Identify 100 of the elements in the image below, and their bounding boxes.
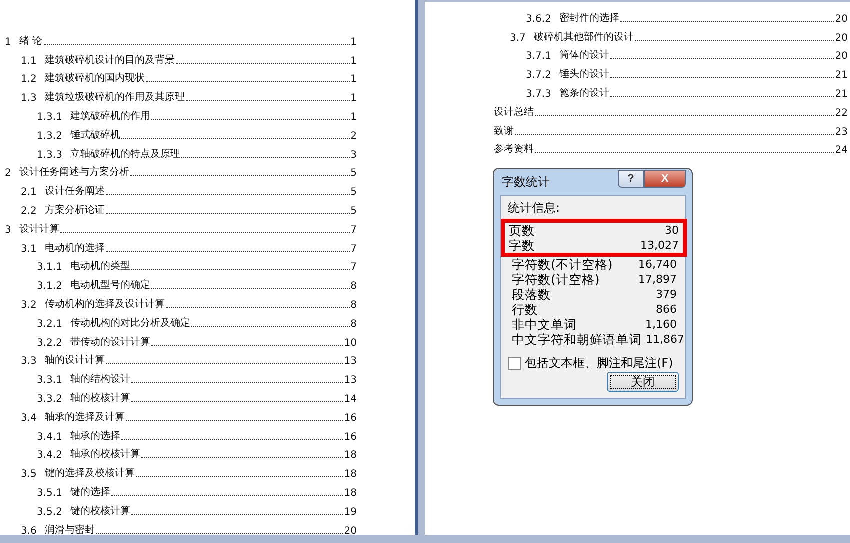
help-button[interactable]: ? <box>618 170 644 188</box>
toc-entry-title: 致谢 <box>494 124 514 138</box>
toc-entry-title: 设计计算 <box>19 222 60 236</box>
section-number: 3.3 <box>21 356 37 368</box>
close-dialog-button[interactable]: 关闭 <box>607 372 679 392</box>
page-number: 5 <box>350 187 357 198</box>
checkbox-label[interactable]: 包括文本框、脚注和尾注(F) <box>525 355 674 372</box>
stat-value: 13,027 <box>640 238 679 253</box>
page-number: 20 <box>344 526 357 537</box>
toc-entry-title: 电动机的类型 <box>70 260 130 274</box>
page-number: 21 <box>835 88 848 100</box>
section-number: 2.1 <box>21 187 37 198</box>
page-number: 1 <box>350 93 357 104</box>
section-number: 3.5.1 <box>37 488 62 499</box>
toc-entry-title: 锤式破碎机 <box>70 128 120 142</box>
page-number: 8 <box>350 318 357 330</box>
toc-entry-title: 电动机的选择 <box>44 242 105 255</box>
stat-label: 段落数 <box>512 287 551 302</box>
section-number: 1.3.3 <box>37 150 62 161</box>
page-number: 7 <box>350 224 357 236</box>
page-number: 13 <box>344 356 357 368</box>
page-number: 1 <box>350 112 357 123</box>
toc-entry-title: 绪 论 <box>19 34 43 48</box>
section-number: 3.7.1 <box>526 51 552 62</box>
page-number: 16 <box>344 412 357 424</box>
section-number: 3.4.1 <box>37 432 62 443</box>
page-number: 8 <box>350 300 357 311</box>
toc-entry-title: 锤头的设计 <box>559 68 610 82</box>
toc-entry-title: 轴承的校核计算 <box>70 448 140 462</box>
page-number: 5 <box>350 168 357 180</box>
section-number: 3.2.1 <box>37 318 62 330</box>
toc-entry-title: 建筑破碎机的国内现状 <box>44 72 145 86</box>
stat-label: 中文字符和朝鲜语单词 <box>512 332 642 347</box>
section-number: 3 <box>5 224 12 236</box>
page-number: 13 <box>344 375 357 386</box>
page-number: 2 <box>350 130 357 142</box>
page-number: 1 <box>350 36 357 48</box>
page-number: 21 <box>835 70 848 82</box>
toc-entry-title: 方案分析论证 <box>44 204 105 217</box>
toc-entry-title: 参考资料 <box>494 142 534 156</box>
toc-entry-title: 键的校核计算 <box>70 504 130 518</box>
toc-entry-title: 建筑破碎机设计的目的及背景 <box>44 54 175 67</box>
page-number: 20 <box>835 14 848 25</box>
page-number: 20 <box>835 51 848 62</box>
toc-entry-title: 轴的结构设计 <box>70 372 130 386</box>
toc-entry-title: 筒体的设计 <box>559 48 610 62</box>
section-number: 3.3.1 <box>37 375 62 386</box>
toc-entry-title: 润滑与密封 <box>44 524 95 537</box>
toc-entry-title: 带传动的设计计算 <box>70 336 150 349</box>
page-number: 1 <box>350 56 357 67</box>
toc-entry-title: 密封件的选择 <box>559 12 620 25</box>
toc-entry-title: 轴的校核计算 <box>70 392 130 405</box>
stat-value: 17,897 <box>638 272 677 287</box>
stat-value: 30 <box>665 223 679 238</box>
section-number: 3.1.2 <box>37 281 62 292</box>
page-number: 14 <box>344 394 357 405</box>
section-number: 3.7.2 <box>526 70 552 82</box>
toc-entry-title: 设计任务阐述与方案分析 <box>19 166 130 180</box>
checkbox[interactable] <box>508 357 521 370</box>
page-number: 18 <box>344 488 357 499</box>
section-number: 1.3.1 <box>37 112 62 123</box>
page-number: 3 <box>350 150 357 161</box>
stat-value: 866 <box>656 302 677 317</box>
dialog-title: 字数统计 <box>501 174 551 190</box>
stat-label: 行数 <box>512 302 538 317</box>
section-number: 3.2 <box>21 300 37 311</box>
section-number: 3.6.2 <box>526 14 552 25</box>
page-number: 7 <box>350 262 357 274</box>
stat-label: 页数 <box>509 223 535 238</box>
page-number: 16 <box>344 432 357 443</box>
section-number: 3.4.2 <box>37 450 62 462</box>
section-number: 3.7.3 <box>526 88 552 100</box>
page-number: 24 <box>835 145 848 156</box>
page-number: 20 <box>835 32 848 44</box>
section-number: 1.3 <box>21 93 37 104</box>
stat-value: 379 <box>656 287 677 302</box>
page-number: 10 <box>344 338 357 349</box>
section-number: 3.6 <box>21 526 37 537</box>
stat-value: 1,160 <box>646 317 677 332</box>
toc-entry-title: 键的选择及校核计算 <box>44 466 135 480</box>
section-number: 3.7 <box>510 32 526 44</box>
page-number: 1 <box>350 74 357 86</box>
section-number: 3.5.2 <box>37 506 62 518</box>
section-number: 2.2 <box>21 206 37 217</box>
group-label: 统计信息: <box>508 200 562 217</box>
toc-entry-title: 设计任务阐述 <box>44 184 105 198</box>
stat-label: 字符数(计空格) <box>512 272 600 287</box>
section-number: 3.2.2 <box>37 338 62 349</box>
section-number: 3.1 <box>21 244 37 255</box>
stat-label: 字符数(不计空格) <box>512 257 613 272</box>
toc-entry-title: 篦条的设计 <box>559 86 610 100</box>
stat-value: 16,740 <box>638 257 677 272</box>
section-number: 3.3.2 <box>37 394 62 405</box>
page-number: 22 <box>835 108 848 119</box>
section-number: 1.2 <box>21 74 37 86</box>
section-number: 2 <box>5 168 12 180</box>
page-number: 23 <box>835 126 848 138</box>
toc-entry-title: 建筑破碎机的作用 <box>70 110 150 123</box>
page-number: 7 <box>350 244 357 255</box>
toc-entry-title: 电动机型号的确定 <box>70 278 150 292</box>
